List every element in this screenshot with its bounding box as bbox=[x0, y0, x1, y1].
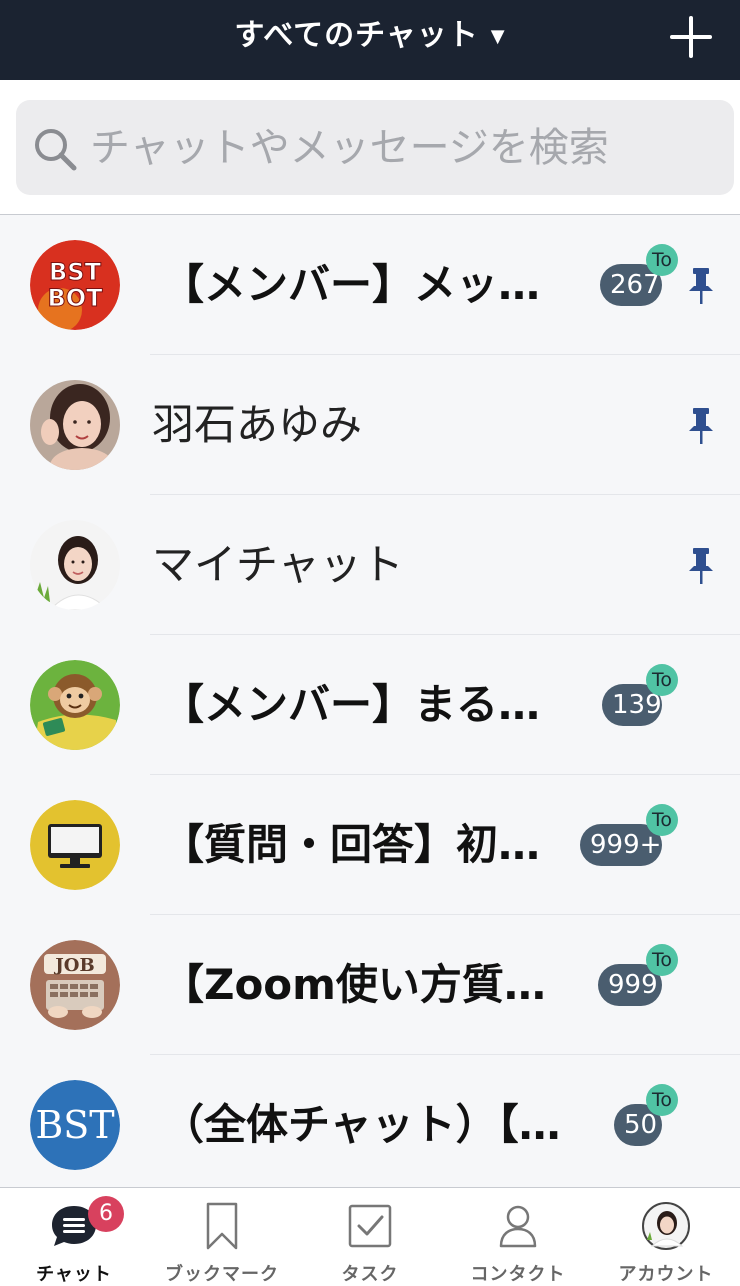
chat-avatar-monitor bbox=[30, 800, 120, 890]
to-mention-badge: To bbox=[646, 804, 678, 836]
chat-row[interactable]: 羽石あゆみ bbox=[0, 355, 740, 495]
chat-row[interactable]: BST BOT 【メンバー】メッ… 267 To bbox=[0, 215, 740, 355]
svg-text:BST: BST bbox=[35, 1103, 114, 1147]
tab-label: タスク bbox=[341, 1264, 399, 1285]
search-icon bbox=[35, 129, 77, 171]
tab-label: アカウント bbox=[618, 1264, 714, 1285]
bookmark-icon bbox=[206, 1202, 238, 1250]
caret-down-icon: ▼ bbox=[490, 26, 506, 47]
header-title: すべてのチャット bbox=[234, 18, 479, 53]
account-avatar-icon bbox=[642, 1202, 690, 1250]
tab-account[interactable]: アカウント bbox=[592, 1188, 740, 1286]
contact-person-icon bbox=[499, 1205, 537, 1248]
add-chat-button[interactable] bbox=[668, 14, 714, 60]
tab-chat[interactable]: 6 チャット bbox=[0, 1188, 148, 1286]
chat-name: 【メンバー】メッ… bbox=[162, 260, 541, 309]
chat-name: 【質問・回答】初… bbox=[162, 820, 541, 869]
chat-avatar-woman bbox=[30, 380, 120, 470]
tab-label: チャット bbox=[36, 1264, 112, 1285]
unread-total-badge: 6 bbox=[88, 1196, 124, 1232]
to-mention-badge: To bbox=[646, 1084, 678, 1116]
chat-name: マイチャット bbox=[152, 540, 404, 589]
chat-avatar-my-chat bbox=[30, 520, 120, 610]
chat-row[interactable]: マイチャット bbox=[0, 495, 740, 635]
bottom-tab-bar: 6 チャット ブックマーク タスク コンタクト アカウント bbox=[0, 1187, 740, 1286]
chat-avatar-job: JOB bbox=[30, 940, 120, 1030]
chat-filter-dropdown[interactable]: すべてのチャット ▼ bbox=[0, 14, 740, 62]
chat-name: （全体チャット）【… bbox=[162, 1100, 561, 1149]
to-mention-badge: To bbox=[646, 244, 678, 276]
chat-list[interactable]: BST BOT 【メンバー】メッ… 267 To 羽石あゆみ マイチャット 【メ… bbox=[0, 215, 740, 1187]
chat-avatar-bstbot: BST BOT bbox=[30, 240, 120, 330]
tab-label: コンタクト bbox=[470, 1264, 566, 1285]
tab-bookmark[interactable]: ブックマーク bbox=[148, 1188, 296, 1286]
chat-row[interactable]: JOB 【Zoom使い方質… 999 To bbox=[0, 915, 740, 1055]
search-box[interactable] bbox=[16, 100, 734, 195]
chat-avatar-bst: BST bbox=[30, 1080, 120, 1170]
pin-icon bbox=[689, 408, 713, 444]
chat-name: 羽石あゆみ bbox=[152, 400, 363, 449]
pin-icon bbox=[689, 268, 713, 304]
task-checkbox-icon bbox=[348, 1204, 392, 1248]
chat-avatar-monkey bbox=[30, 660, 120, 750]
svg-text:BST: BST bbox=[49, 258, 102, 286]
search-bar bbox=[0, 80, 740, 215]
chat-row[interactable]: BST （全体チャット）【… 50 To bbox=[0, 1055, 740, 1187]
chat-name: 【Zoom使い方質… bbox=[162, 960, 546, 1009]
top-header: すべてのチャット ▼ bbox=[0, 0, 740, 80]
tab-contact[interactable]: コンタクト bbox=[444, 1188, 592, 1286]
svg-text:BOT: BOT bbox=[47, 284, 103, 312]
search-input[interactable] bbox=[90, 122, 710, 174]
to-mention-badge: To bbox=[646, 944, 678, 976]
tab-task[interactable]: タスク bbox=[296, 1188, 444, 1286]
chat-row[interactable]: 【質問・回答】初… 999+ To bbox=[0, 775, 740, 915]
pin-icon bbox=[689, 548, 713, 584]
chat-name: 【メンバー】まる… bbox=[162, 680, 541, 729]
svg-text:JOB: JOB bbox=[53, 955, 94, 976]
to-mention-badge: To bbox=[646, 664, 678, 696]
tab-label: ブックマーク bbox=[165, 1264, 279, 1285]
chat-row[interactable]: 【メンバー】まる… 139 To bbox=[0, 635, 740, 775]
